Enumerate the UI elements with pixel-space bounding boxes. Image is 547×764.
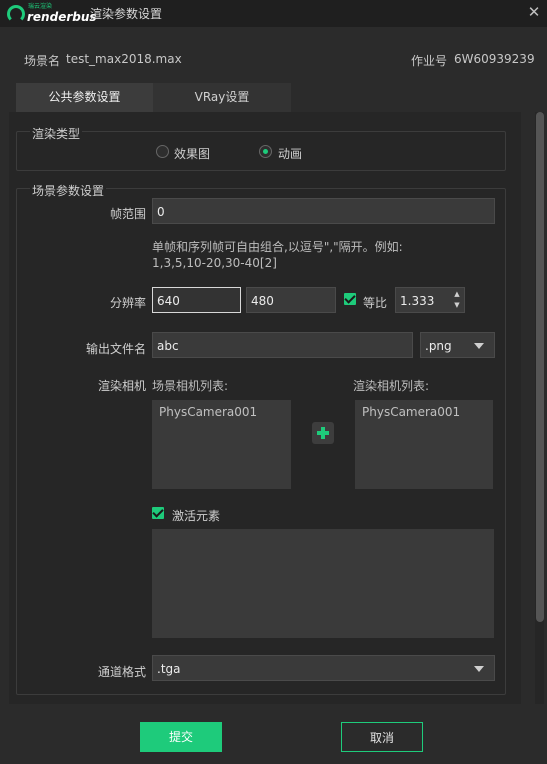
logo-brand-text: renderbus	[27, 10, 97, 24]
render-type-legend: 渲染类型	[30, 125, 83, 142]
list-item[interactable]: PhysCamera001	[362, 405, 460, 419]
activate-elements-checkbox[interactable]	[152, 507, 164, 519]
renderbus-logo: 瑞云渲染 renderbus	[7, 3, 97, 25]
resolution-label: 分辨率	[109, 296, 146, 310]
logo-ring-icon	[7, 5, 25, 23]
scrollbar-thumb[interactable]	[536, 112, 544, 622]
scene-name-label: 场景名	[24, 54, 61, 68]
output-filename-label: 输出文件名	[85, 342, 146, 356]
scene-cameras-list[interactable]: PhysCamera001	[152, 400, 291, 489]
frame-hint-line2: 1,3,5,10-20,30-40[2]	[152, 256, 277, 270]
frame-hint-line1: 单帧和序列帧可自由组合,以逗号","隔开。例如:	[152, 240, 403, 254]
channel-format-select[interactable]: .tga	[152, 655, 495, 681]
keep-ratio-checkbox[interactable]	[344, 293, 356, 305]
frame-range-label: 帧范围	[109, 207, 146, 221]
job-id-value: 6W60939239	[454, 52, 535, 66]
tab-vray-settings[interactable]: VRay设置	[153, 83, 291, 112]
scene-params-legend: 场景参数设置	[30, 182, 107, 199]
keep-ratio-label[interactable]: 等比	[363, 294, 387, 311]
channel-format-value: .tga	[157, 662, 181, 676]
frame-range-input[interactable]: 0	[152, 198, 495, 224]
spin-up-icon[interactable]: ▲	[452, 289, 462, 299]
render-camera-label: 渲染相机	[97, 379, 146, 393]
render-elements-list[interactable]	[152, 529, 494, 638]
job-id-label: 作业号	[411, 54, 448, 68]
submit-button[interactable]: 提交	[140, 722, 222, 752]
radio-still-image[interactable]	[156, 145, 169, 158]
output-ext-value: .png	[425, 339, 452, 353]
resolution-width-input[interactable]: 640	[152, 287, 241, 313]
close-icon[interactable]: ✕	[526, 3, 542, 21]
window-title: 渲染参数设置	[90, 7, 163, 21]
chevron-down-icon	[474, 343, 484, 349]
tab-common-params[interactable]: 公共参数设置	[16, 83, 153, 112]
output-filename-input[interactable]: abc	[152, 332, 413, 358]
resolution-height-input[interactable]: 480	[246, 287, 336, 313]
spin-down-icon[interactable]: ▼	[452, 300, 462, 310]
add-camera-button[interactable]	[312, 422, 334, 444]
chevron-down-icon	[474, 666, 484, 672]
radio-still-label[interactable]: 效果图	[174, 145, 210, 162]
render-cameras-label: 渲染相机列表:	[353, 379, 430, 393]
scene-name-value: test_max2018.max	[66, 52, 182, 66]
list-item[interactable]: PhysCamera001	[159, 405, 257, 419]
cancel-button[interactable]: 取消	[341, 722, 423, 752]
render-cameras-list[interactable]: PhysCamera001	[355, 400, 493, 489]
radio-animation[interactable]	[259, 145, 272, 158]
activate-elements-label[interactable]: 激活元素	[172, 507, 220, 524]
output-ext-select[interactable]: .png	[420, 332, 495, 358]
scene-cameras-label: 场景相机列表:	[152, 379, 229, 393]
radio-animation-label[interactable]: 动画	[278, 145, 302, 162]
channel-format-label: 通道格式	[97, 665, 146, 679]
